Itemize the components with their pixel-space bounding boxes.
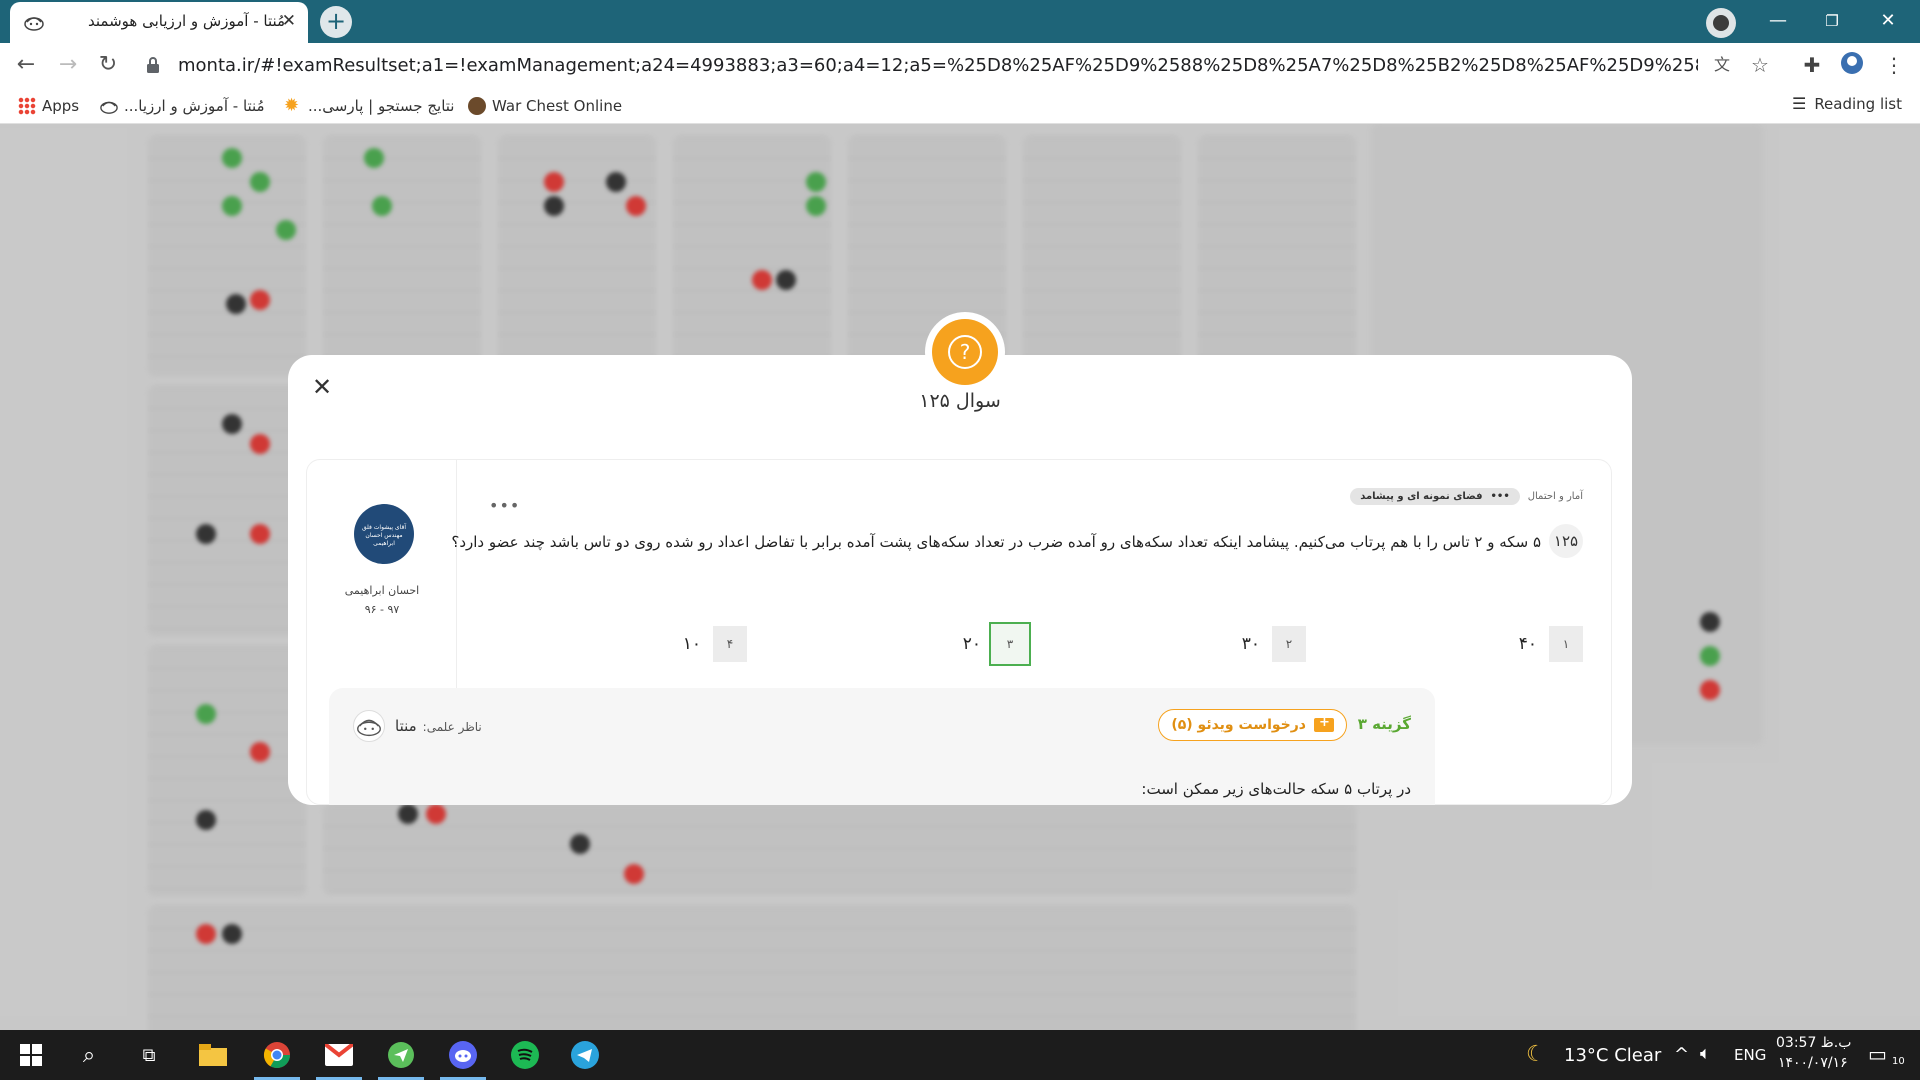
translate-icon[interactable]: 文 — [1710, 53, 1734, 77]
option-number: ۲ — [1272, 626, 1306, 662]
correct-answer-label: گزینه ۳ — [1357, 715, 1411, 733]
file-explorer-icon[interactable] — [182, 1030, 244, 1080]
question-card: آقای پیشوات فلق مهندس احسان ابراهیمی احس… — [306, 459, 1612, 805]
new-tab-button[interactable]: + — [320, 6, 352, 38]
option-value: ۴۰ — [1518, 634, 1537, 654]
bookmark-monta[interactable]: مُنتا - آموزش و ارزیا... — [100, 94, 265, 118]
explanation-text: در پرتاب ۵ سکه حالت‌های زیر ممکن است: — [1141, 780, 1411, 798]
topic-breadcrumb: آمار و احتمال ••• فضای نمونه ای و پیشامد — [1350, 485, 1583, 507]
back-arrow-icon[interactable]: ← — [12, 51, 40, 79]
option-2[interactable]: ۲ ۳۰ — [1056, 626, 1306, 666]
bookmark-war-chest[interactable]: War Chest Online — [468, 94, 622, 118]
war-chest-icon — [468, 97, 486, 115]
option-value: ۱۰ — [682, 634, 701, 654]
option-1[interactable]: ۱ ۴۰ — [1333, 626, 1583, 666]
question-modal: ✕ سوال ۱۲۵ آقای پیشوات فلق مهندس احسان ا… — [288, 355, 1632, 805]
video-request-label: درخواست ویدئو (۵) — [1171, 717, 1306, 733]
apps-grid-icon — [18, 97, 36, 115]
option-3[interactable]: ۳ ۲۰ — [777, 622, 1031, 666]
task-view-icon[interactable]: ⧉ — [118, 1030, 180, 1080]
url-text[interactable]: monta.ir/#!examResultset;a1=!examManagem… — [178, 55, 1698, 76]
chrome-icon[interactable] — [246, 1030, 308, 1080]
option-value: ۲۰ — [962, 634, 981, 654]
browser-titlebar: مُنتا - آموزش و ارزیابی هوشمند ✕ + — ❐ ✕ — [0, 0, 1920, 43]
question-more-menu-icon[interactable]: ••• — [489, 496, 520, 515]
bookmark-parsi[interactable]: ✹ نتایج جستجو | پارسی... — [284, 94, 454, 118]
author-name: احسان ابراهیمی — [344, 584, 420, 597]
modal-title: سوال ۱۲۵ — [919, 390, 1001, 412]
minimize-button[interactable]: — — [1756, 6, 1800, 36]
bookmark-label: Apps — [42, 97, 80, 115]
option-number-selected: ۳ — [989, 622, 1031, 666]
option-4[interactable]: ۴ ۱۰ — [497, 626, 747, 666]
bookmarks-bar: Apps مُنتا - آموزش و ارزیا... ✹ نتایج جس… — [0, 87, 1920, 124]
monta-favicon-icon — [24, 17, 44, 31]
option-number: ۴ — [713, 626, 747, 662]
subject-label: آمار و احتمال — [1527, 490, 1583, 502]
clock-time[interactable]: 03:57 ب.ظ — [1776, 1035, 1851, 1051]
tab-title: مُنتا - آموزش و ارزیابی هوشمند — [88, 12, 286, 30]
bookmark-star-icon[interactable]: ☆ — [1748, 53, 1772, 77]
author-year: ۹۶ - ۹۷ — [364, 603, 400, 616]
language-indicator[interactable]: ENG — [1734, 1046, 1766, 1064]
forward-arrow-icon[interactable]: → — [54, 51, 82, 79]
question-number: ۱۲۵ — [1549, 524, 1583, 558]
sun-icon: ✹ — [284, 95, 300, 116]
video-add-icon — [1314, 715, 1334, 732]
clock-date[interactable]: ۱۴۰۰/۰۷/۱۶ — [1778, 1055, 1848, 1071]
browser-menu-icon[interactable]: ⋮ — [1880, 51, 1908, 79]
bookmark-apps[interactable]: Apps — [18, 94, 79, 118]
discord-icon[interactable] — [432, 1030, 494, 1080]
windows-start-icon[interactable] — [0, 1030, 62, 1080]
spotify-icon[interactable] — [494, 1030, 556, 1080]
reload-icon[interactable]: ↻ — [94, 51, 122, 79]
option-value: ۳۰ — [1241, 634, 1260, 654]
supervisor-label: ناظر علمی: — [422, 720, 482, 734]
question-badge: ? — [932, 319, 998, 385]
notification-count: 10 — [1892, 1056, 1905, 1067]
extensions-puzzle-icon[interactable]: ✚ — [1798, 51, 1826, 79]
supervisor-name: منتا — [395, 717, 417, 735]
address-bar[interactable]: monta.ir/#!examResultset;a1=!examManagem… — [136, 48, 1776, 82]
windows-taskbar: ⌕ ⧉ ☾ 13°C Clear ^ 🔈︎ ENG 03:57 ب.ظ ۱۴۰۰… — [0, 1030, 1920, 1080]
bookmark-label: مُنتا - آموزش و ارزیا... — [124, 97, 265, 115]
topic-label: فضای نمونه ای و پیشامد — [1360, 490, 1483, 502]
topic-pill[interactable]: ••• فضای نمونه ای و پیشامد — [1350, 487, 1520, 505]
notification-center-icon[interactable]: ▭ — [1868, 1042, 1887, 1066]
tray-chevron-up-icon[interactable]: ^ — [1674, 1044, 1689, 1065]
gmail-icon[interactable] — [308, 1030, 370, 1080]
author-avatar: آقای پیشوات فلق مهندس احسان ابراهیمی — [354, 504, 414, 564]
browser-tab[interactable]: مُنتا - آموزش و ارزیابی هوشمند ✕ — [10, 2, 308, 43]
question-mark-icon: ? — [948, 335, 982, 369]
restore-button[interactable]: ❐ — [1810, 6, 1854, 36]
telegram-icon[interactable] — [554, 1030, 616, 1080]
profile-avatar-icon[interactable] — [1838, 51, 1866, 79]
tab-close-icon[interactable]: ✕ — [282, 11, 296, 31]
send-app-icon[interactable] — [370, 1030, 432, 1080]
browser-toolbar: ← → ↻ monta.ir/#!examResultset;a1=!examM… — [0, 43, 1920, 87]
profile-menu-icon[interactable] — [1706, 8, 1736, 38]
weather-moon-icon: ☾ — [1526, 1042, 1546, 1067]
bookmark-label: War Chest Online — [492, 97, 623, 115]
video-request-button[interactable]: درخواست ویدئو (۵) — [1158, 709, 1347, 741]
volume-icon[interactable]: 🔈︎ — [1700, 1043, 1711, 1064]
bookmark-label: نتایج جستجو | پارسی... — [308, 97, 455, 115]
answer-explanation: گزینه ۳ درخواست ویدئو (۵) ناظر علمی: منت… — [329, 688, 1435, 805]
question-text: ۵ سکه و ۲ تاس را با هم پرتاب می‌کنیم. پی… — [451, 533, 1541, 551]
reading-list-label: Reading list — [1814, 94, 1902, 113]
option-number: ۱ — [1549, 626, 1583, 662]
search-icon[interactable]: ⌕ — [58, 1030, 120, 1080]
monta-logo-icon — [353, 710, 385, 742]
reading-list-button[interactable]: ☰ Reading list — [1792, 94, 1902, 113]
weather-text[interactable]: 13°C Clear — [1564, 1045, 1661, 1066]
monta-favicon-icon — [100, 101, 118, 114]
lock-icon — [147, 57, 159, 73]
window-close-button[interactable]: ✕ — [1866, 6, 1910, 36]
scientific-supervisor: ناظر علمی: منتا — [395, 717, 482, 735]
more-dots-icon: ••• — [1490, 490, 1510, 502]
reading-list-icon: ☰ — [1791, 94, 1807, 113]
